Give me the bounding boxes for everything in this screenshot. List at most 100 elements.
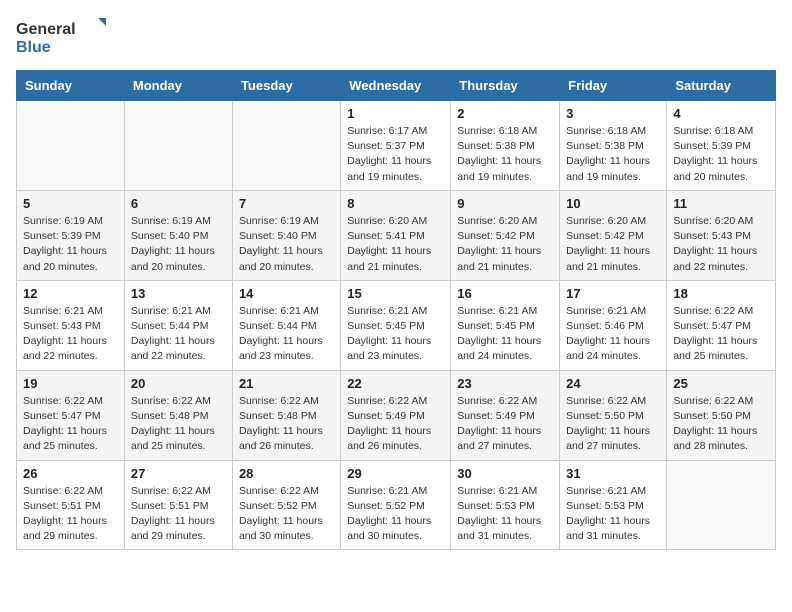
calendar-cell: 31 Sunrise: 6:21 AMSunset: 5:53 PMDayligh… <box>560 460 667 550</box>
day-info: Sunrise: 6:18 AMSunset: 5:39 PMDaylight:… <box>673 124 769 185</box>
day-info: Sunrise: 6:21 AMSunset: 5:43 PMDaylight:… <box>23 304 118 365</box>
day-info: Sunrise: 6:22 AMSunset: 5:49 PMDaylight:… <box>347 394 444 455</box>
day-info: Sunrise: 6:21 AMSunset: 5:44 PMDaylight:… <box>131 304 226 365</box>
day-number: 18 <box>673 286 769 301</box>
day-info: Sunrise: 6:22 AMSunset: 5:51 PMDaylight:… <box>23 484 118 545</box>
calendar-cell: 26Sunrise: 6:22 AMSunset: 5:51 PMDayligh… <box>17 460 125 550</box>
calendar-cell <box>124 101 232 191</box>
calendar-cell <box>232 101 340 191</box>
day-number: 17 <box>566 286 660 301</box>
day-number: 8 <box>347 196 444 211</box>
calendar-cell: 1 Sunrise: 6:17 AMSunset: 5:37 PMDaylight… <box>341 101 451 191</box>
page-header: General Blue <box>16 16 776 58</box>
day-info: Sunrise: 6:21 AMSunset: 5:46 PMDaylight:… <box>566 304 660 365</box>
day-number: 14 <box>239 286 334 301</box>
day-info: Sunrise: 6:21 AMSunset: 5:52 PMDaylight:… <box>347 484 444 545</box>
day-number: 27 <box>131 466 226 481</box>
day-info: Sunrise: 6:18 AMSunset: 5:38 PMDaylight:… <box>457 124 553 185</box>
day-info: Sunrise: 6:20 AMSunset: 5:42 PMDaylight:… <box>566 214 660 275</box>
weekday-header-thursday: Thursday <box>451 71 560 101</box>
weekday-header-tuesday: Tuesday <box>232 71 340 101</box>
calendar-week-row: 5Sunrise: 6:19 AMSunset: 5:39 PMDaylight… <box>17 190 776 280</box>
calendar-cell: 18Sunrise: 6:22 AMSunset: 5:47 PMDayligh… <box>667 280 776 370</box>
day-number: 9 <box>457 196 553 211</box>
calendar-week-row: 26Sunrise: 6:22 AMSunset: 5:51 PMDayligh… <box>17 460 776 550</box>
day-number: 25 <box>673 376 769 391</box>
day-number: 24 <box>566 376 660 391</box>
calendar-cell: 11 Sunrise: 6:20 AMSunset: 5:43 PMDayligh… <box>667 190 776 280</box>
calendar-cell: 20 Sunrise: 6:22 AMSunset: 5:48 PMDayligh… <box>124 370 232 460</box>
day-info: Sunrise: 6:22 AMSunset: 5:52 PMDaylight:… <box>239 484 334 545</box>
day-info: Sunrise: 6:21 AMSunset: 5:45 PMDaylight:… <box>457 304 553 365</box>
calendar-cell <box>667 460 776 550</box>
calendar-cell: 8 Sunrise: 6:20 AMSunset: 5:41 PMDaylight… <box>341 190 451 280</box>
day-number: 3 <box>566 106 660 121</box>
day-number: 20 <box>131 376 226 391</box>
calendar-cell: 22 Sunrise: 6:22 AMSunset: 5:49 PMDayligh… <box>341 370 451 460</box>
day-info: Sunrise: 6:18 AMSunset: 5:38 PMDaylight:… <box>566 124 660 185</box>
calendar-cell: 14 Sunrise: 6:21 AMSunset: 5:44 PMDayligh… <box>232 280 340 370</box>
logo-svg: General Blue <box>16 16 106 58</box>
day-info: Sunrise: 6:19 AMSunset: 5:40 PMDaylight:… <box>131 214 226 275</box>
calendar-cell <box>17 101 125 191</box>
calendar-body: 1 Sunrise: 6:17 AMSunset: 5:37 PMDaylight… <box>17 101 776 550</box>
calendar-cell: 29 Sunrise: 6:21 AMSunset: 5:52 PMDayligh… <box>341 460 451 550</box>
weekday-row: SundayMondayTuesdayWednesdayThursdayFrid… <box>17 71 776 101</box>
day-info: Sunrise: 6:22 AMSunset: 5:50 PMDaylight:… <box>566 394 660 455</box>
weekday-header-monday: Monday <box>124 71 232 101</box>
day-info: Sunrise: 6:22 AMSunset: 5:50 PMDaylight:… <box>673 394 769 455</box>
day-number: 22 <box>347 376 444 391</box>
day-info: Sunrise: 6:21 AMSunset: 5:44 PMDaylight:… <box>239 304 334 365</box>
calendar-cell: 5Sunrise: 6:19 AMSunset: 5:39 PMDaylight… <box>17 190 125 280</box>
day-number: 28 <box>239 466 334 481</box>
day-number: 30 <box>457 466 553 481</box>
day-number: 31 <box>566 466 660 481</box>
day-info: Sunrise: 6:21 AMSunset: 5:53 PMDaylight:… <box>457 484 553 545</box>
calendar-cell: 25 Sunrise: 6:22 AMSunset: 5:50 PMDayligh… <box>667 370 776 460</box>
calendar-cell: 27 Sunrise: 6:22 AMSunset: 5:51 PMDayligh… <box>124 460 232 550</box>
day-info: Sunrise: 6:22 AMSunset: 5:48 PMDaylight:… <box>131 394 226 455</box>
day-info: Sunrise: 6:22 AMSunset: 5:49 PMDaylight:… <box>457 394 553 455</box>
day-info: Sunrise: 6:22 AMSunset: 5:51 PMDaylight:… <box>131 484 226 545</box>
weekday-header-saturday: Saturday <box>667 71 776 101</box>
calendar-header: SundayMondayTuesdayWednesdayThursdayFrid… <box>17 71 776 101</box>
day-number: 15 <box>347 286 444 301</box>
logo: General Blue <box>16 16 106 58</box>
day-number: 13 <box>131 286 226 301</box>
calendar-cell: 15Sunrise: 6:21 AMSunset: 5:45 PMDayligh… <box>341 280 451 370</box>
svg-text:General: General <box>16 21 76 38</box>
calendar-cell: 3 Sunrise: 6:18 AMSunset: 5:38 PMDaylight… <box>560 101 667 191</box>
calendar-cell: 7Sunrise: 6:19 AMSunset: 5:40 PMDaylight… <box>232 190 340 280</box>
day-info: Sunrise: 6:20 AMSunset: 5:43 PMDaylight:… <box>673 214 769 275</box>
calendar-cell: 16Sunrise: 6:21 AMSunset: 5:45 PMDayligh… <box>451 280 560 370</box>
calendar-cell: 10 Sunrise: 6:20 AMSunset: 5:42 PMDayligh… <box>560 190 667 280</box>
calendar-cell: 4Sunrise: 6:18 AMSunset: 5:39 PMDaylight… <box>667 101 776 191</box>
day-number: 29 <box>347 466 444 481</box>
calendar-cell: 2Sunrise: 6:18 AMSunset: 5:38 PMDaylight… <box>451 101 560 191</box>
day-number: 23 <box>457 376 553 391</box>
calendar-cell: 24 Sunrise: 6:22 AMSunset: 5:50 PMDayligh… <box>560 370 667 460</box>
day-number: 7 <box>239 196 334 211</box>
calendar-cell: 19Sunrise: 6:22 AMSunset: 5:47 PMDayligh… <box>17 370 125 460</box>
day-number: 11 <box>673 196 769 211</box>
day-number: 19 <box>23 376 118 391</box>
calendar-week-row: 12Sunrise: 6:21 AMSunset: 5:43 PMDayligh… <box>17 280 776 370</box>
calendar-week-row: 19Sunrise: 6:22 AMSunset: 5:47 PMDayligh… <box>17 370 776 460</box>
weekday-header-friday: Friday <box>560 71 667 101</box>
calendar-cell: 9Sunrise: 6:20 AMSunset: 5:42 PMDaylight… <box>451 190 560 280</box>
day-info: Sunrise: 6:17 AMSunset: 5:37 PMDaylight:… <box>347 124 444 185</box>
calendar-cell: 30 Sunrise: 6:21 AMSunset: 5:53 PMDayligh… <box>451 460 560 550</box>
calendar-week-row: 1 Sunrise: 6:17 AMSunset: 5:37 PMDaylight… <box>17 101 776 191</box>
day-number: 10 <box>566 196 660 211</box>
day-number: 1 <box>347 106 444 121</box>
calendar-cell: 21 Sunrise: 6:22 AMSunset: 5:48 PMDayligh… <box>232 370 340 460</box>
calendar-cell: 13 Sunrise: 6:21 AMSunset: 5:44 PMDayligh… <box>124 280 232 370</box>
calendar-table: SundayMondayTuesdayWednesdayThursdayFrid… <box>16 70 776 550</box>
calendar-cell: 12Sunrise: 6:21 AMSunset: 5:43 PMDayligh… <box>17 280 125 370</box>
calendar-cell: 6Sunrise: 6:19 AMSunset: 5:40 PMDaylight… <box>124 190 232 280</box>
day-info: Sunrise: 6:21 AMSunset: 5:53 PMDaylight:… <box>566 484 660 545</box>
day-number: 21 <box>239 376 334 391</box>
day-number: 5 <box>23 196 118 211</box>
day-info: Sunrise: 6:22 AMSunset: 5:48 PMDaylight:… <box>239 394 334 455</box>
day-info: Sunrise: 6:20 AMSunset: 5:41 PMDaylight:… <box>347 214 444 275</box>
